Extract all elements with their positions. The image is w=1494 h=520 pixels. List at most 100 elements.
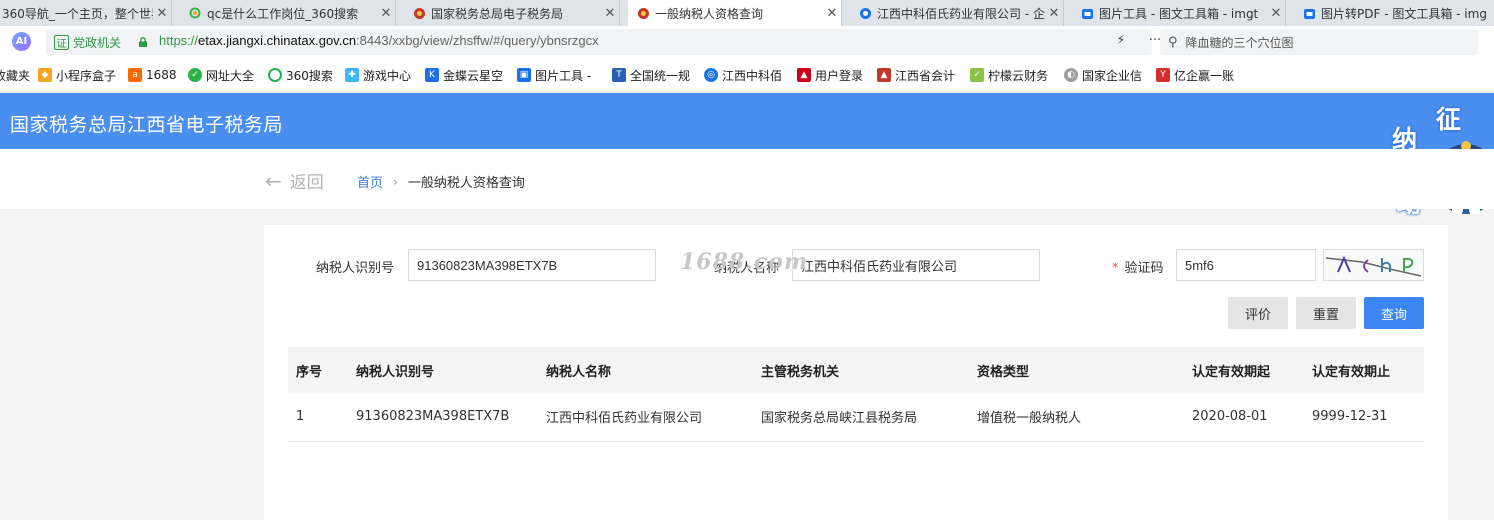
- address-bar: AI 证 党政机关 https://etax.jiangxi.chinatax.…: [0, 26, 1494, 58]
- reset-button[interactable]: 重置: [1296, 297, 1356, 329]
- table-header-row: 序号 纳税人识别号 纳税人名称 主管税务机关 资格类型 认定有效期起 认定有效期…: [288, 347, 1424, 393]
- table-cell: 增值税一般纳税人: [969, 393, 1184, 442]
- watermark-text: 1688.com: [680, 249, 809, 275]
- bookmark-item[interactable]: Y 亿企赢一账: [1156, 66, 1238, 84]
- credit-code-icon: T: [612, 68, 626, 82]
- game-center-icon: ✚: [345, 68, 359, 82]
- bookmark-label: 小程序盒子: [56, 68, 117, 83]
- mini-program-icon: ◆: [38, 68, 52, 82]
- bookmark-label: 亿企赢一账: [1174, 68, 1235, 83]
- bookmark-item[interactable]: ▲ 江西省会计: [877, 66, 959, 84]
- browser-tab[interactable]: 360导航_一个主页，整个世界 ✕: [0, 0, 172, 26]
- captcha-label: * 验证码: [1112, 257, 1164, 276]
- search-text: 降血糖的三个穴位图: [1185, 35, 1294, 50]
- bookmark-item[interactable]: ▲ 用户登录: [797, 66, 869, 84]
- tab-title: 江西中科佰氏药业有限公司 - 企: [877, 6, 1045, 21]
- tab-title: 一般纳税人资格查询: [655, 7, 764, 21]
- query-button[interactable]: 查询: [1364, 297, 1424, 329]
- bookmark-item[interactable]: ✚ 游戏中心: [345, 66, 417, 84]
- image-tool-icon: [1302, 6, 1316, 20]
- close-icon[interactable]: ✕: [377, 6, 395, 21]
- kingdee-icon: K: [425, 68, 439, 82]
- web-directory-icon: ✓: [188, 68, 202, 82]
- column-header: 认定有效期起: [1184, 347, 1304, 393]
- bookmark-item[interactable]: ✓ 柠檬云财务: [970, 66, 1052, 84]
- close-icon[interactable]: ✕: [823, 6, 841, 21]
- browser-tab-active[interactable]: 一般纳税人资格查询 ✕: [628, 0, 842, 26]
- chevron-right-icon: ›: [393, 174, 398, 189]
- url-text[interactable]: https://etax.jiangxi.chinatax.gov.cn:844…: [159, 33, 599, 48]
- close-icon[interactable]: ✕: [601, 6, 619, 21]
- evaluate-button[interactable]: 评价: [1228, 297, 1288, 329]
- lock-icon[interactable]: [138, 37, 148, 47]
- table-cell: 1: [288, 393, 348, 442]
- browser-tab[interactable]: 江西中科佰氏药业有限公司 - 企 ✕: [850, 0, 1064, 26]
- column-header: 纳税人识别号: [348, 347, 538, 393]
- search-360-icon: [188, 6, 202, 20]
- tax-emblem-icon: [412, 6, 426, 20]
- column-header: 纳税人名称: [538, 347, 753, 393]
- captcha-label-text: 验证码: [1124, 261, 1164, 276]
- url-host: etax.jiangxi.chinatax.gov.cn: [198, 33, 357, 48]
- bookmark-item[interactable]: 360搜索: [268, 66, 340, 84]
- captcha-image[interactable]: [1323, 249, 1424, 281]
- bookmark-item[interactable]: ◐ 国家企业信: [1064, 66, 1144, 84]
- close-icon[interactable]: ✕: [1267, 6, 1285, 21]
- close-icon[interactable]: ✕: [1045, 6, 1063, 21]
- search-box[interactable]: ⚲ 降血糖的三个穴位图: [1160, 29, 1478, 55]
- bookmark-item[interactable]: K 金蝶云星空: [425, 66, 509, 84]
- search-icon: ⚲: [1168, 34, 1178, 50]
- url-path: :8443/xxbg/view/zhsffw/#/query/ybnsrzgcx: [356, 33, 599, 48]
- url-box[interactable]: 证 党政机关 https://etax.jiangxi.chinatax.gov…: [46, 29, 1194, 55]
- bookmark-item[interactable]: ▣ 图片工具 -: [517, 66, 597, 84]
- browser-tab[interactable]: 图片转PDF - 图文工具箱 - img: [1294, 0, 1494, 26]
- table-cell: 2020-08-01: [1184, 393, 1304, 442]
- search-360-icon: [268, 68, 282, 82]
- tab-title: qc是什么工作岗位_360搜索: [207, 6, 359, 21]
- tab-title: 图片工具 - 图文工具箱 - imgt: [1099, 6, 1259, 21]
- ai-assistant-button[interactable]: AI: [12, 32, 31, 51]
- browser-tab[interactable]: 图片工具 - 图文工具箱 - imgt ✕: [1072, 0, 1286, 26]
- site-header: 国家税务总局江西省电子税务局: [0, 93, 1494, 149]
- breadcrumb-home-link[interactable]: 首页: [357, 172, 383, 191]
- gov-badge-icon: 证: [54, 34, 69, 50]
- bookmark-label: 全国统一规: [630, 68, 691, 83]
- bookmark-item[interactable]: ◆ 小程序盒子: [38, 66, 122, 84]
- url-protocol: https://: [159, 33, 199, 48]
- table-cell: 江西中科佰氏药业有限公司: [538, 393, 753, 442]
- lightning-icon[interactable]: ⚡: [1110, 33, 1132, 51]
- mascot-char: 征: [1436, 105, 1462, 134]
- gov-badge-label: 党政机关: [73, 35, 122, 50]
- bookmark-item[interactable]: ◎ 江西中科佰: [704, 66, 786, 84]
- back-button[interactable]: ← 返回: [265, 168, 324, 194]
- bookmark-label: 1688: [146, 68, 177, 82]
- tab-title: 图片转PDF - 图文工具箱 - img: [1321, 6, 1487, 21]
- bookmark-label: 360搜索: [286, 68, 333, 83]
- bookmarks-bar: 收藏夹 ◆ 小程序盒子 a 1688 ✓ 网址大全 360搜索 ✚ 游戏中心 K 金蝶云星…: [0, 58, 1494, 92]
- bookmark-label: 江西省会计: [895, 68, 956, 83]
- bookmark-item[interactable]: 收藏夹: [0, 66, 30, 84]
- bookmark-label: 网址大全: [206, 68, 255, 83]
- tab-title: 国家税务总局电子税务局: [431, 6, 564, 21]
- result-table: 序号 纳税人识别号 纳税人名称 主管税务机关 资格类型 认定有效期起 认定有效期…: [288, 347, 1424, 442]
- bookmark-item[interactable]: a 1688: [128, 66, 184, 84]
- gov-site-badge[interactable]: 证 党政机关: [54, 33, 121, 51]
- qichacha-icon: [858, 6, 872, 20]
- user-login-icon: ▲: [797, 68, 811, 82]
- bookmark-item[interactable]: T 全国统一规: [612, 66, 692, 84]
- table-row[interactable]: 1 91360823MA398ETX7B 江西中科佰氏药业有限公司 国家税务总局…: [288, 393, 1424, 442]
- column-header: 认定有效期止: [1304, 347, 1424, 393]
- bookmark-label: 收藏夹: [0, 68, 30, 83]
- back-label: 返回: [289, 173, 324, 193]
- browser-tab[interactable]: qc是什么工作岗位_360搜索 ✕: [180, 0, 396, 26]
- column-header: 主管税务机关: [753, 347, 969, 393]
- table-cell: 9999-12-31: [1304, 393, 1424, 442]
- breadcrumb-bar: ← 返回 首页 › 一般纳税人资格查询: [0, 149, 1494, 209]
- captcha-input[interactable]: 5mf6: [1176, 249, 1316, 281]
- bookmark-item[interactable]: ✓ 网址大全: [188, 66, 262, 84]
- taxpayer-name-input[interactable]: 江西中科佰氏药业有限公司: [792, 249, 1040, 281]
- taxpayer-id-input[interactable]: 91360823MA398ETX7B: [408, 249, 656, 281]
- close-icon[interactable]: ✕: [153, 6, 171, 21]
- bookmark-label: 图片工具 -: [535, 68, 592, 83]
- browser-tab[interactable]: 国家税务总局电子税务局 ✕: [404, 0, 620, 26]
